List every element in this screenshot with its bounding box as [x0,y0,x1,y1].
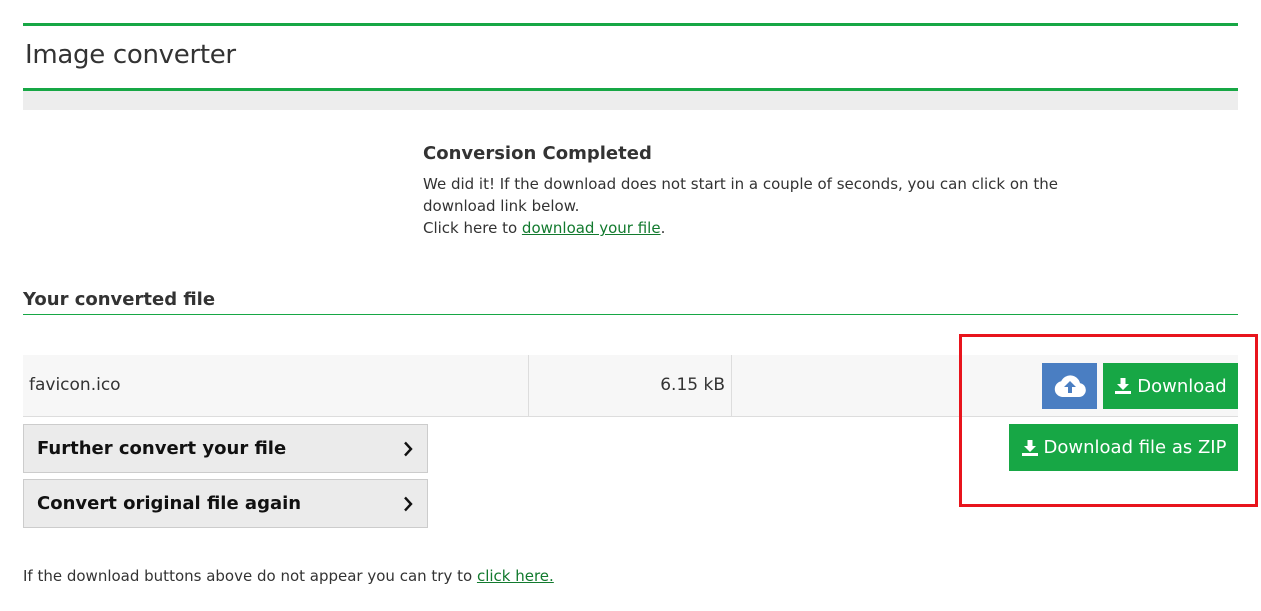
click-here-suffix: . [660,219,666,237]
download-your-file-link[interactable]: download your file [522,219,661,237]
grey-band [23,91,1238,110]
conversion-completed-message: We did it! If the download does not star… [423,173,1063,239]
convert-original-label: Convert original file again [37,493,302,514]
download-zip-button[interactable]: Download file as ZIP [1009,424,1238,471]
file-name: favicon.ico [29,375,121,395]
top-divider [23,23,1238,26]
download-zip-label: Download file as ZIP [1043,437,1227,458]
chevron-right-icon [404,441,413,457]
chevron-right-icon [404,496,413,512]
download-button[interactable]: Download [1103,363,1238,409]
file-size: 6.15 kB [660,375,725,395]
download-icon [1115,378,1132,394]
further-convert-label: Further convert your file [37,438,287,459]
click-here-prefix: Click here to [423,219,518,237]
converted-file-section-title: Your converted file [23,289,216,310]
download-icon [1021,439,1038,456]
page-title: Image converter [25,40,236,70]
completion-message-text: We did it! If the download does not star… [423,175,1058,215]
column-divider [731,355,732,416]
download-button-label: Download [1137,375,1227,397]
conversion-completed-panel: Conversion Completed We did it! If the d… [423,143,1063,239]
file-row: favicon.ico 6.15 kB Download [23,355,1238,417]
footer-click-here-link[interactable]: click here. [477,567,554,585]
section-divider [23,314,1238,315]
cloud-upload-icon [1054,375,1086,397]
footer-note-text: If the download buttons above do not app… [23,567,473,585]
page: Image converter Conversion Completed We … [0,0,1261,611]
footer-note: If the download buttons above do not app… [23,567,554,585]
convert-original-accordion[interactable]: Convert original file again [23,479,428,528]
conversion-completed-title: Conversion Completed [423,143,652,164]
further-convert-accordion[interactable]: Further convert your file [23,424,428,473]
upload-to-cloud-button[interactable] [1042,363,1097,409]
